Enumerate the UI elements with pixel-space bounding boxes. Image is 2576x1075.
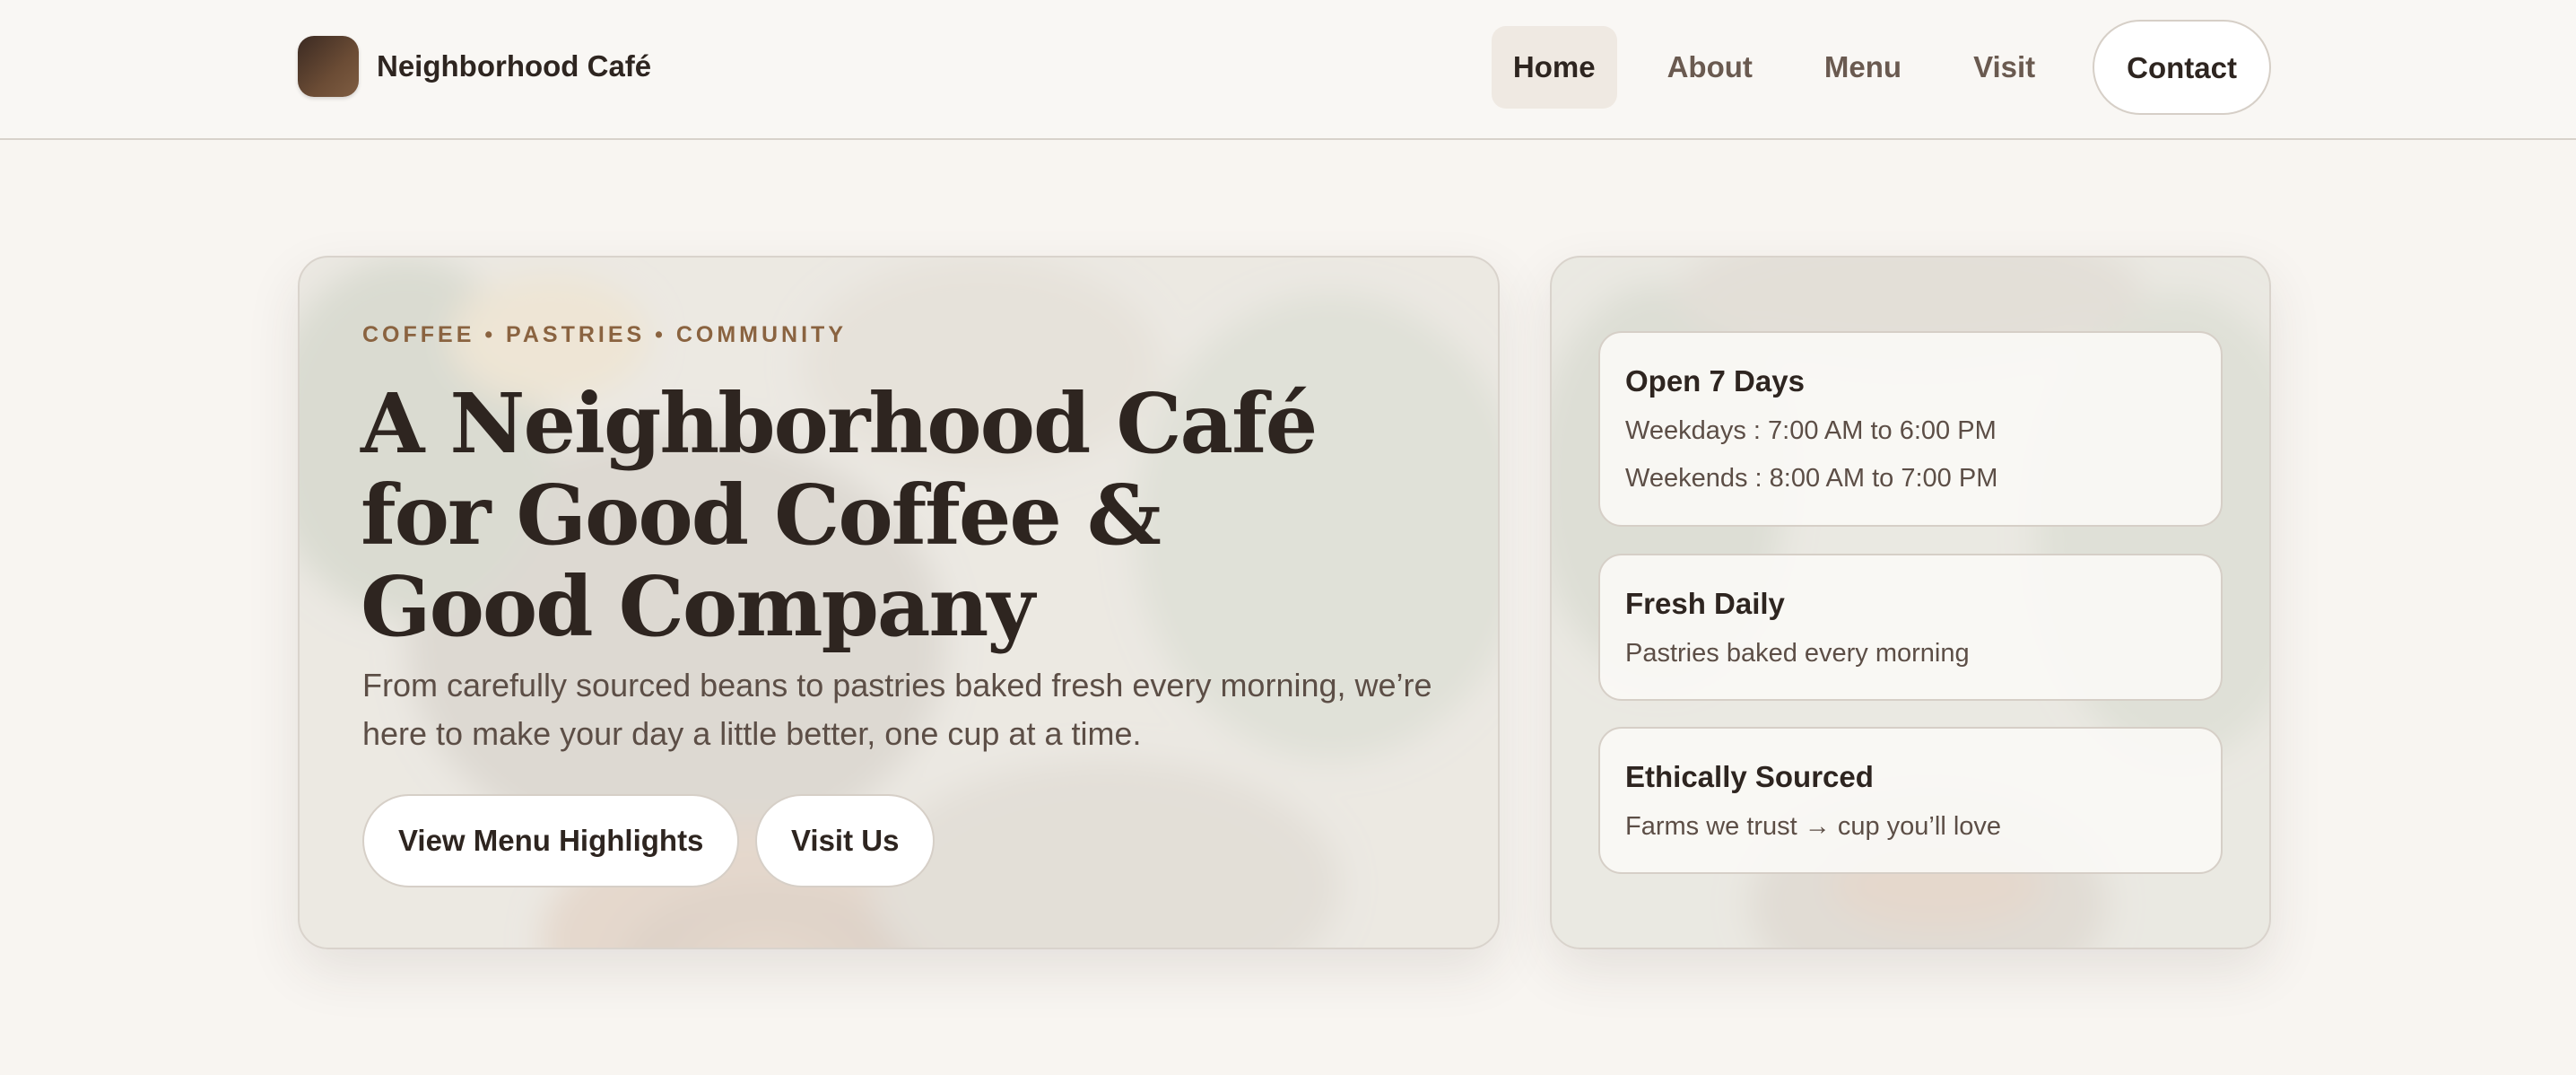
ethically-sourced-card: Ethically Sourced Farms we trust → cup y… [1598,727,2223,874]
main-nav: Home About Menu Visit Contact [1463,20,2271,115]
brand[interactable]: Neighborhood Café [298,36,651,97]
hero-card: COFFEE • PASTRIES • COMMUNITY A Neighbor… [298,256,1500,949]
brand-logo [298,36,359,97]
nav-about[interactable]: About [1646,26,1774,109]
nav-visit[interactable]: Visit [1952,26,2057,109]
hours-card: Open 7 Days Weekdays : 7:00 AM to 6:00 P… [1598,331,2223,527]
info-panel: Open 7 Days Weekdays : 7:00 AM to 6:00 P… [1550,256,2271,949]
hero-headline: A Neighborhood Café for Good Coffee & Go… [361,375,1318,655]
ethically-sourced-text: Farms we trust → cup you’ll love [1625,812,2002,841]
weekends-hours: Weekends : 8:00 AM to 7:00 PM [1625,464,1998,493]
weekdays-hours: Weekdays : 7:00 AM to 6:00 PM [1625,416,1997,445]
brand-name: Neighborhood Café [377,49,652,83]
hero-subtext: From carefully sourced beans to pastries… [362,667,1432,752]
hero-eyebrow: COFFEE • PASTRIES • COMMUNITY [362,322,847,347]
fresh-daily-card: Fresh Daily Pastries baked every morning [1598,554,2223,701]
fresh-daily-text: Pastries baked every morning [1625,639,1970,668]
contact-button[interactable]: Contact [2093,20,2271,115]
view-menu-highlights-button[interactable]: View Menu Highlights [362,794,740,887]
site-header: Neighborhood Café Home About Menu Visit … [0,0,2576,140]
nav-home[interactable]: Home [1491,26,1617,109]
ethically-sourced-title: Ethically Sourced [1625,760,1874,793]
nav-menu[interactable]: Menu [1803,26,1923,109]
hours-title: Open 7 Days [1625,364,1805,398]
fresh-daily-title: Fresh Daily [1625,587,1785,620]
visit-us-button[interactable]: Visit Us [755,794,936,887]
